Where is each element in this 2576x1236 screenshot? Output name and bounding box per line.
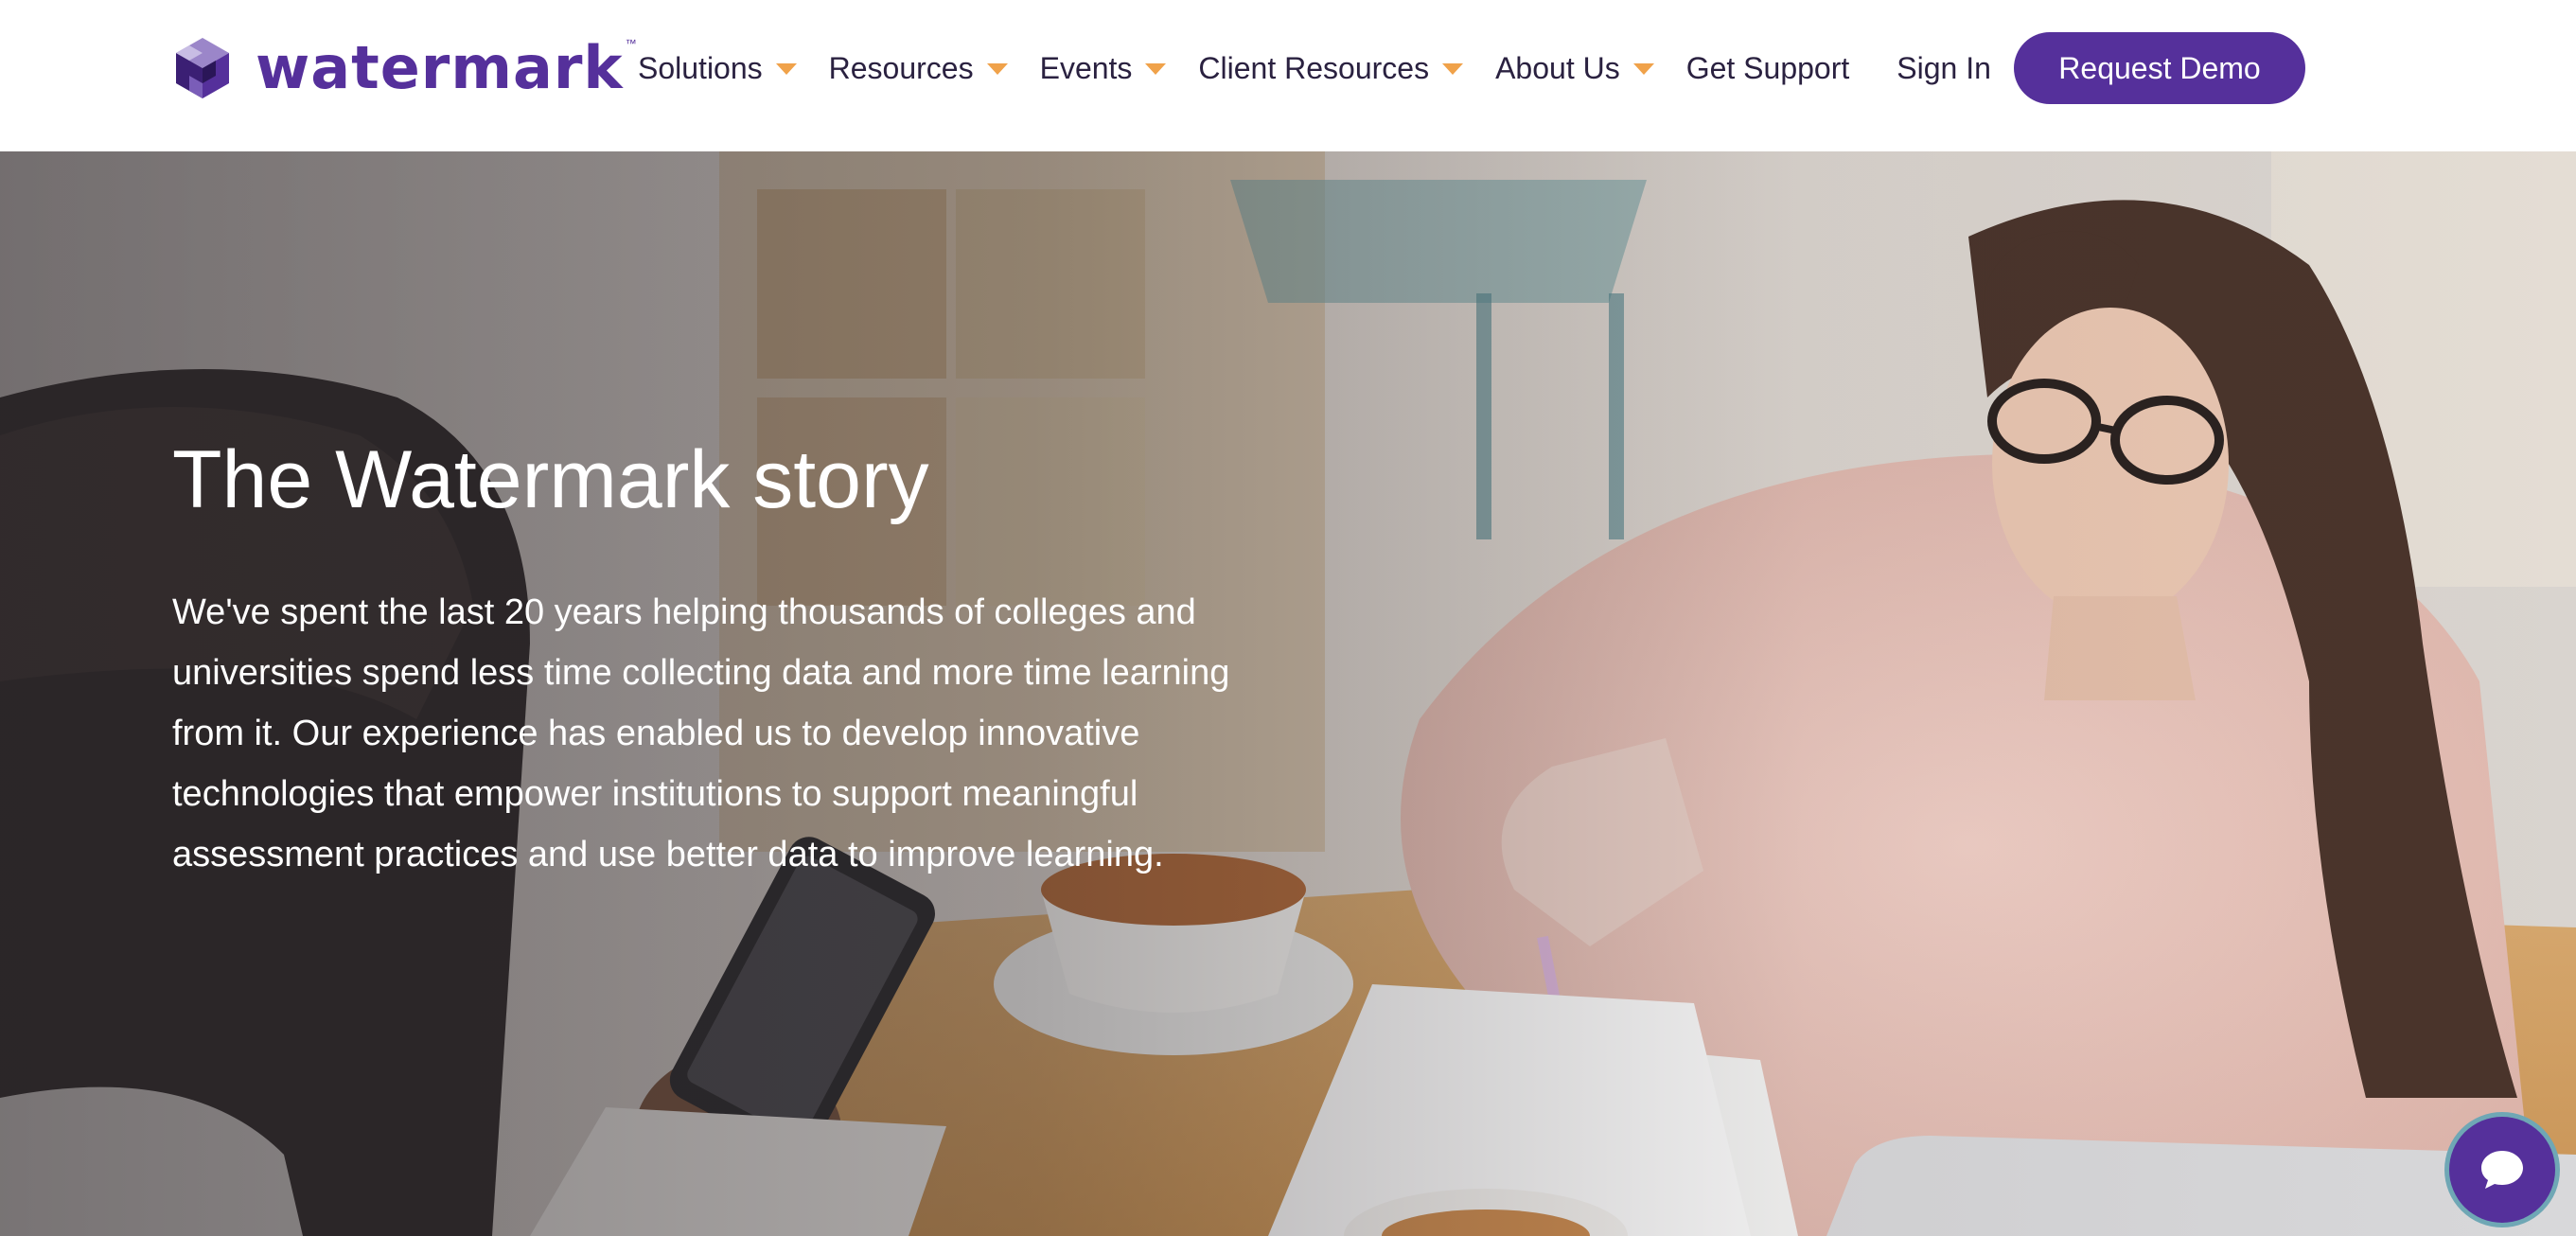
nav-about-us-label: About Us (1495, 50, 1620, 85)
hero-title: The Watermark story (172, 434, 929, 525)
hero-description: We've spent the last 20 years helping th… (172, 592, 1230, 874)
nav-client-resources-label: Client Resources (1198, 50, 1430, 85)
chat-bubble-icon (2481, 1151, 2523, 1189)
hero-section: The Watermark story We've spent the last… (0, 151, 2576, 1236)
caret-down-icon (1632, 63, 1654, 75)
nav-client-resources[interactable]: Client Resources (1198, 50, 1464, 86)
nav-resources-label: Resources (828, 50, 974, 85)
caret-down-icon (1145, 63, 1167, 75)
caret-down-icon (986, 63, 1008, 75)
chat-button[interactable] (2449, 1117, 2555, 1223)
request-demo-button[interactable]: Request Demo (2014, 32, 2305, 104)
caret-down-icon (1442, 63, 1464, 75)
logo-trademark: ™ (625, 37, 637, 50)
nav-solutions[interactable]: Solutions (638, 51, 797, 86)
nav-about-us[interactable]: About Us (1495, 51, 1654, 86)
nav-solutions-label: Solutions (638, 50, 763, 85)
nav-events[interactable]: Events (1040, 51, 1167, 86)
nav-get-support[interactable]: Get Support (1686, 51, 1850, 86)
page: watermark ™ Solutions Resources Events C… (0, 0, 2576, 1236)
nav-resources[interactable]: Resources (829, 51, 1008, 86)
logo-wordmark: watermark (256, 33, 624, 102)
watermark-logo[interactable]: watermark ™ (172, 34, 637, 102)
nav-events-label: Events (1039, 50, 1133, 85)
site-header: watermark ™ Solutions Resources Events C… (0, 0, 2576, 151)
nav-sign-in[interactable]: Sign In (1897, 51, 1991, 86)
caret-down-icon (775, 63, 797, 75)
watermark-logo-icon (176, 38, 229, 98)
main-nav: Solutions Resources Events Client Resour… (638, 28, 2038, 108)
